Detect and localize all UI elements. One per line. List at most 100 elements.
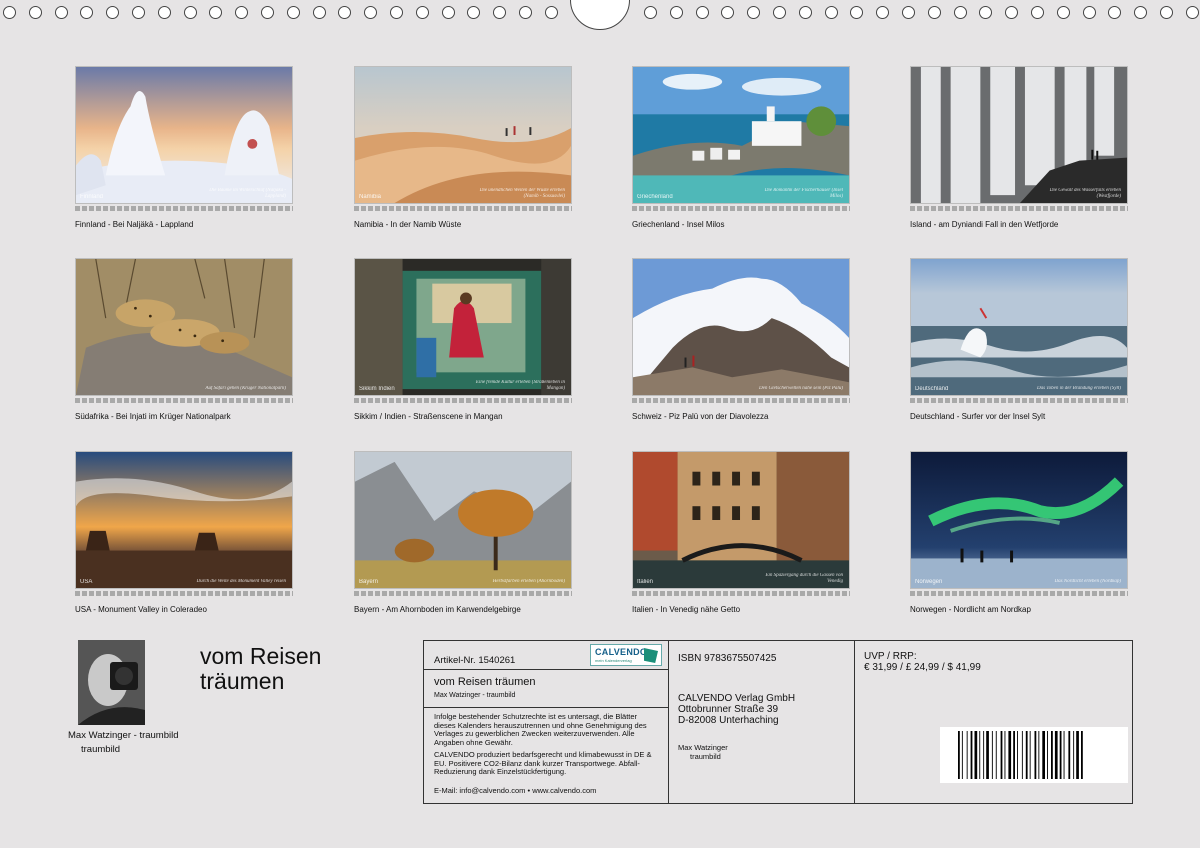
info-col-price: UVP / RRP: € 31,99 / £ 24,99 / $ 41,99 [855, 641, 1132, 803]
photo-island: Die Gewalt des Wasserfalls erleben (West… [910, 66, 1128, 204]
day-strip [632, 398, 850, 403]
photo-namibia: Namibia Die unendlichen Weiten der Wüste… [354, 66, 572, 204]
photo-label: Deutschland [915, 386, 949, 392]
author-photo [78, 640, 145, 725]
photo-quote: Das Nordlicht erleben (Nordkap) [1054, 579, 1121, 584]
binding-hole [545, 6, 558, 19]
info-subtitle: Max Watzinger - traumbild [434, 692, 516, 699]
binding-hole [338, 6, 351, 19]
binding-hole [467, 6, 480, 19]
binding-hole [747, 6, 760, 19]
month-caption: Namibia - In der Namib Wüste [354, 220, 462, 229]
binding-hole [390, 6, 403, 19]
binding-hole [773, 6, 786, 19]
binding-hole [287, 6, 300, 19]
binding-hole [1108, 6, 1121, 19]
photo-sikkim: Sikkim Indien Eine fremde Kultur erleben… [354, 258, 572, 396]
month-caption: Norwegen - Nordlicht am Nordkap [910, 605, 1031, 614]
contact-email[interactable]: E-Mail: info@calvendo.com • www.calvendo… [434, 786, 596, 795]
day-strip [910, 398, 1128, 403]
month-thumb-7[interactable]: Den Gletscherwelten nahe sein (Piz Palü)… [632, 258, 850, 421]
binding-hole [416, 6, 429, 19]
photo-quote: Ein Spaziergang durch die Gassen von Ven… [765, 573, 843, 584]
binding-hole [1160, 6, 1173, 19]
month-thumb-4[interactable]: Die Gewalt des Wasserfalls erleben (West… [910, 66, 1128, 229]
binding-hole [235, 6, 248, 19]
photo-label: Bayern [359, 579, 379, 585]
month-caption: Finnland - Bei Naljäkä - Lappland [75, 220, 194, 229]
photo-label: Griechenland [637, 194, 673, 200]
calendar-title: vom Reisen träumen [200, 643, 322, 694]
month-thumb-3[interactable]: Griechenland Die Romantik der Fischerhäu… [632, 66, 850, 229]
binding-hole [721, 6, 734, 19]
day-strip [910, 206, 1128, 211]
month-thumb-1[interactable]: Finnland Die Bäume im Winterschlaf (Nalj… [75, 66, 293, 229]
binding-hole [29, 6, 42, 19]
legal-paragraph-1: Infolge bestehender Schutzrechte ist es … [434, 712, 647, 747]
binding-hole [209, 6, 222, 19]
flag-icon [644, 648, 658, 663]
month-thumb-9[interactable]: USA Durch die Weite des Monument Valley … [75, 451, 293, 614]
binding-hole [313, 6, 326, 19]
price-info: UVP / RRP: € 31,99 / £ 24,99 / $ 41,99 [864, 651, 981, 673]
month-thumb-2[interactable]: Namibia Die unendlichen Weiten der Wüste… [354, 66, 572, 229]
month-thumb-10[interactable]: Bayern Herbstfarben erleben (Ahornboden)… [354, 451, 572, 614]
binding-hole [1134, 6, 1147, 19]
pub-author-line-1: Max Watzinger [678, 743, 728, 752]
month-thumb-11[interactable]: Italien Ein Spaziergang durch die Gassen… [632, 451, 850, 614]
binding-hole [954, 6, 967, 19]
calvendo-logo: CALVENDO mein Kalenderverlag [590, 644, 662, 666]
binding-hole [132, 6, 145, 19]
photo-quote: Das Toben in der Brandung erleben (Sylt) [1037, 386, 1121, 391]
binding-hole [979, 6, 992, 19]
article-row: Artikel-Nr. 1540261 CALVENDO mein Kalend… [424, 641, 668, 670]
day-strip [75, 206, 293, 211]
photo-italien: Italien Ein Spaziergang durch die Gassen… [632, 451, 850, 589]
article-number: Artikel-Nr. 1540261 [434, 655, 516, 666]
info-box: Artikel-Nr. 1540261 CALVENDO mein Kalend… [423, 640, 1133, 804]
price-value: € 31,99 / £ 24,99 / $ 41,99 [864, 662, 981, 673]
photo-norwegen: Norwegen Das Nordlicht erleben (Nordkap) [910, 451, 1128, 589]
title-row: vom Reisen träumen Max Watzinger - traum… [424, 670, 668, 708]
legal-text: Infolge bestehender Schutzrechte ist es … [424, 708, 668, 786]
month-thumb-5[interactable]: Auf Safari gehen (Krüger Nationalpark) S… [75, 258, 293, 421]
month-thumb-6[interactable]: Sikkim Indien Eine fremde Kultur erleben… [354, 258, 572, 421]
month-thumb-12[interactable]: Norwegen Das Nordlicht erleben (Nordkap)… [910, 451, 1128, 614]
publisher-line-2: Ottobrunner Straße 39 [678, 704, 779, 715]
photo-quote: Die Bäume im Winterschlaf (Naljäkä - Lap… [209, 188, 286, 199]
photo-quote: Auf Safari gehen (Krüger Nationalpark) [205, 386, 286, 391]
brand-sub: mein Kalenderverlag [595, 658, 632, 663]
photo-schweiz: Den Gletscherwelten nahe sein (Piz Palü) [632, 258, 850, 396]
binding-hole [1057, 6, 1070, 19]
month-caption: USA - Monument Valley in Coleradeo [75, 605, 207, 614]
month-thumb-8[interactable]: Deutschland Das Toben in der Brandung er… [910, 258, 1128, 421]
day-strip [75, 398, 293, 403]
binding-hole [493, 6, 506, 19]
day-strip [632, 591, 850, 596]
photo-label: USA [80, 579, 93, 585]
publisher-address: CALVENDO Verlag GmbH Ottobrunner Straße … [678, 693, 795, 726]
photo-bayern: Bayern Herbstfarben erleben (Ahornboden) [354, 451, 572, 589]
binding-hole [876, 6, 889, 19]
binding-hole [106, 6, 119, 19]
binding-hole [644, 6, 657, 19]
binding-hole [442, 6, 455, 19]
photo-griechenland: Griechenland Die Romantik der Fischerhäu… [632, 66, 850, 204]
binding-hole [902, 6, 915, 19]
day-strip [354, 206, 572, 211]
publisher-line-1: CALVENDO Verlag GmbH [678, 693, 796, 704]
photo-quote: Die Gewalt des Wasserfalls erleben (West… [1049, 188, 1121, 199]
month-caption: Italien - In Venedig nähe Getto [632, 605, 741, 614]
day-strip [354, 398, 572, 403]
binding-hole [850, 6, 863, 19]
month-caption: Deutschland - Surfer vor der Insel Sylt [910, 412, 1046, 421]
photo-quote: Die Romantik der Fischerhäuser (Insel Mi… [764, 188, 843, 199]
photo-usa: USA Durch die Weite des Monument Valley … [75, 451, 293, 589]
legal-paragraph-2: CALVENDO produziert bedarfsgerecht und k… [434, 750, 652, 776]
binding-hole [825, 6, 838, 19]
binding-hole [184, 6, 197, 19]
day-strip [632, 206, 850, 211]
hanger-cutout [570, 0, 630, 30]
brand-name: CALVENDO [595, 647, 648, 657]
day-strip [75, 591, 293, 596]
